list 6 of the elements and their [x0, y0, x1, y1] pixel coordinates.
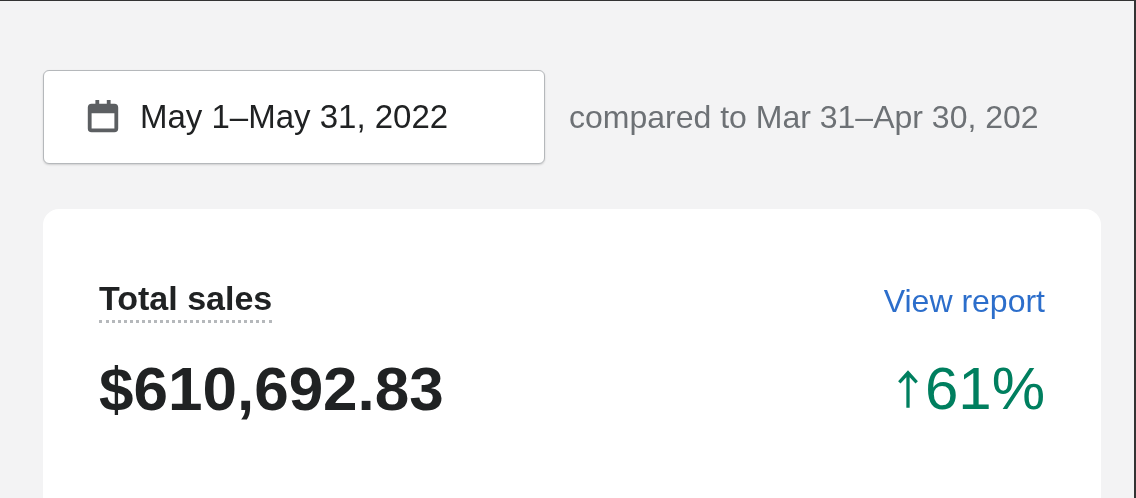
card-title: Total sales	[99, 279, 273, 323]
sales-value: $610,692.83	[99, 353, 444, 424]
date-range-button[interactable]: May 1–May 31, 2022	[43, 70, 545, 164]
view-report-link[interactable]: View report	[883, 282, 1045, 320]
comparison-text: compared to Mar 31–Apr 30, 202	[569, 98, 1039, 136]
change-percent: 61%	[924, 354, 1045, 423]
